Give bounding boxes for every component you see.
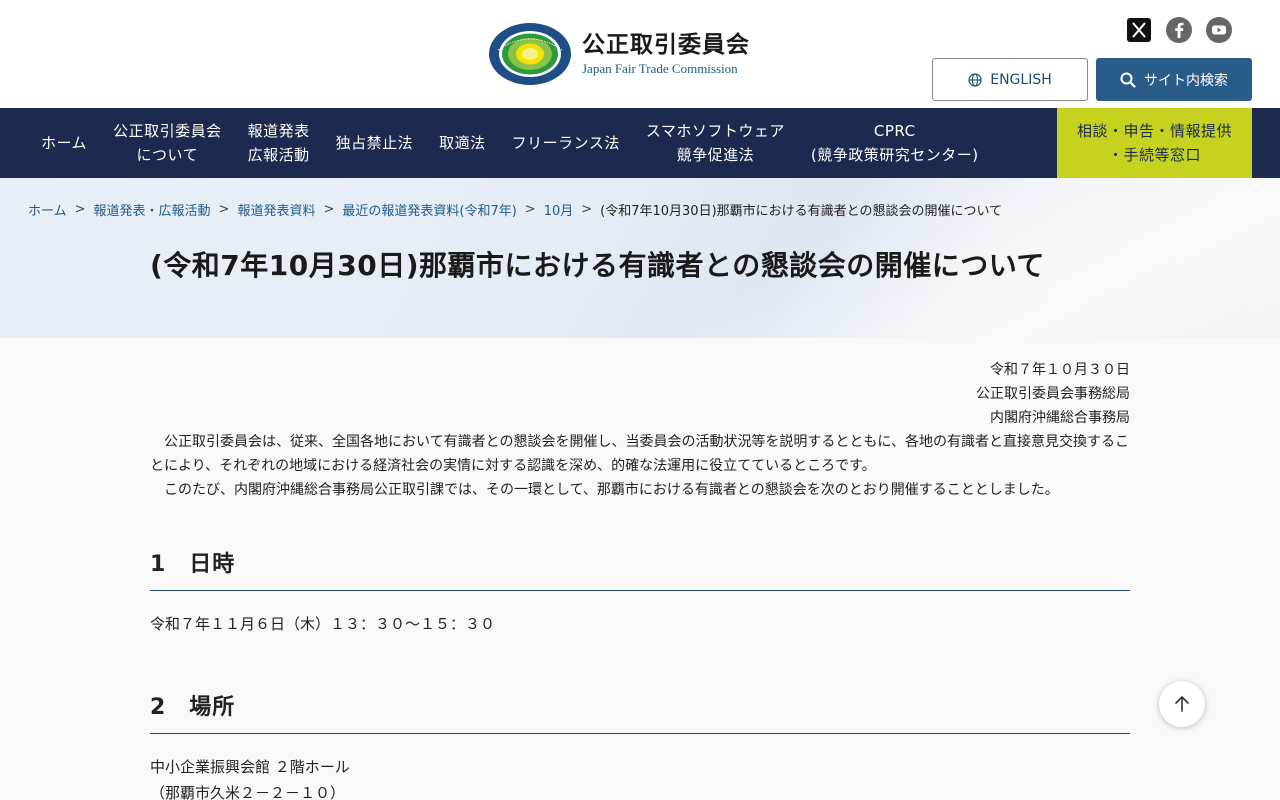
facebook-icon[interactable]	[1166, 17, 1192, 43]
nav-item-home[interactable]: ホーム	[28, 108, 100, 178]
issuer-okinawa: 内閣府沖縄総合事務局	[990, 410, 1130, 426]
breadcrumb: ホーム > 報道発表・広報活動 > 報道発表資料 > 最近の報道発表資料(令和7…	[28, 200, 1002, 219]
nav-item-press[interactable]: 報道発表 広報活動	[235, 108, 323, 178]
datetime-text: 令和７年１１月６日（木）１３：３０～１５：３０	[150, 615, 496, 633]
venue-name: 中小企業振興会館 ２階ホール	[150, 758, 350, 776]
site-header: 公正取引委員会 Japan Fair Trade Commission ENGL…	[0, 0, 1280, 108]
breadcrumb-separator: >	[74, 202, 86, 217]
nav-item-smartphone[interactable]: スマホソフトウェア 競争促進法	[633, 108, 798, 178]
nav-item-cprc[interactable]: CPRC (競争政策研究センター)	[798, 108, 992, 178]
youtube-icon[interactable]	[1206, 17, 1232, 43]
release-meta: 令和７年１０月３０日 公正取引委員会事務総局 内閣府沖縄総合事務局	[150, 338, 1130, 430]
breadcrumb-october[interactable]: 10月	[544, 200, 574, 219]
intro-text: 公正取引委員会は、従来、全国各地において有識者との懇談会を開催し、当委員会の活動…	[150, 430, 1130, 502]
section-heading-venue: 2 場所	[150, 689, 1130, 734]
arrow-up-icon	[1175, 696, 1189, 712]
breadcrumb-home[interactable]: ホーム	[28, 200, 67, 219]
breadcrumb-recent[interactable]: 最近の報道発表資料(令和7年)	[342, 200, 516, 219]
section-heading-datetime: 1 日時	[150, 546, 1130, 591]
section-body-datetime: 令和７年１１月６日（木）１３：３０～１５：３０	[150, 611, 1130, 637]
global-nav: ホーム 公正取引委員会 について 報道発表 広報活動 独占禁止法 取適法 フリーラン…	[0, 108, 1280, 178]
section-body-venue: 中小企業振興会館 ２階ホール （那覇市久米２－２－１０）	[150, 754, 1130, 800]
nav-item-about[interactable]: 公正取引委員会 について	[100, 108, 235, 178]
nav-item-freelance[interactable]: フリーランス法	[499, 108, 633, 178]
breadcrumb-press-materials[interactable]: 報道発表資料	[237, 200, 315, 219]
breadcrumb-press[interactable]: 報道発表・広報活動	[94, 200, 211, 219]
breadcrumb-current: (令和7年10月30日)那覇市における有識者との懇談会の開催について	[600, 204, 1003, 219]
issuer-jftc: 公正取引委員会事務総局	[976, 386, 1130, 402]
intro-paragraph-1: 公正取引委員会は、従来、全国各地において有識者との懇談会を開催し、当委員会の活動…	[150, 434, 1130, 474]
back-to-top-button[interactable]	[1159, 681, 1205, 727]
nav-item-consultation[interactable]: 相談・申告・情報提供 ・手続等窓口	[1057, 108, 1252, 178]
org-name-jp: 公正取引委員会	[582, 32, 750, 58]
release-date: 令和７年１０月３０日	[990, 362, 1130, 378]
english-button[interactable]: ENGLISH	[932, 58, 1088, 101]
breadcrumb-separator: >	[581, 202, 593, 217]
jftc-emblem-icon	[489, 23, 571, 85]
venue-address: （那覇市久米２－２－１０）	[150, 784, 346, 800]
site-logo[interactable]: 公正取引委員会 Japan Fair Trade Commission	[488, 22, 750, 86]
social-links	[1126, 17, 1232, 43]
main-content: 令和７年１０月３０日 公正取引委員会事務総局 内閣府沖縄総合事務局 公正取引委員…	[150, 338, 1130, 800]
page-hero: ホーム > 報道発表・広報活動 > 報道発表資料 > 最近の報道発表資料(令和7…	[0, 178, 1280, 338]
globe-icon	[968, 72, 982, 87]
breadcrumb-separator: >	[524, 202, 536, 217]
search-icon	[1120, 72, 1136, 88]
breadcrumb-separator: >	[218, 202, 230, 217]
org-name-en: Japan Fair Trade Commission	[582, 61, 738, 76]
breadcrumb-separator: >	[323, 202, 335, 217]
page-title: (令和7年10月30日)那覇市における有識者との懇談会の開催について	[150, 249, 1045, 282]
english-button-label: ENGLISH	[990, 71, 1052, 88]
nav-item-antimonopoly[interactable]: 独占禁止法	[323, 108, 427, 178]
x-icon[interactable]	[1126, 17, 1152, 43]
search-button-label: サイト内検索	[1144, 72, 1228, 89]
site-search-button[interactable]: サイト内検索	[1096, 58, 1252, 101]
nav-item-torite[interactable]: 取適法	[426, 108, 499, 178]
intro-paragraph-2: このたび、内閣府沖縄総合事務局公正取引課では、その一環として、那覇市における有識…	[164, 482, 1059, 498]
